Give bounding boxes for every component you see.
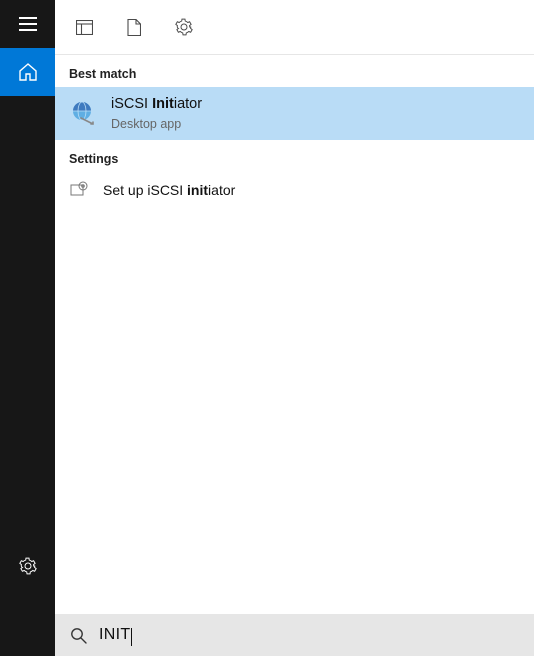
filter-documents-button[interactable]	[124, 17, 144, 37]
rail-settings-button[interactable]	[0, 542, 55, 590]
gear-icon	[19, 557, 37, 575]
hamburger-button[interactable]	[0, 0, 55, 48]
filter-settings-button[interactable]	[174, 17, 194, 37]
title-prefix: iSCSI	[111, 96, 152, 112]
iscsi-app-icon	[69, 100, 97, 128]
gear-icon	[175, 18, 193, 36]
search-icon	[69, 626, 87, 644]
home-icon	[19, 63, 37, 81]
filter-apps-button[interactable]	[74, 17, 94, 37]
search-query: INIT	[99, 626, 132, 644]
section-best-match: Best match	[55, 55, 534, 87]
filters-row	[55, 0, 534, 55]
text-caret	[131, 628, 132, 646]
result-iscsi-initiator[interactable]: iSCSI Initiator Desktop app	[55, 87, 534, 140]
hamburger-icon	[19, 17, 37, 31]
search-results-pane: Best match iSCSI Initiator Desktop app S…	[55, 0, 534, 656]
title-bold: Init	[152, 96, 174, 112]
result-text: iSCSI Initiator Desktop app	[111, 95, 202, 132]
left-rail	[0, 0, 55, 656]
home-button[interactable]	[0, 48, 55, 96]
result-setup-iscsi[interactable]: Set up iSCSI initiator	[55, 172, 534, 208]
section-settings: Settings	[55, 140, 534, 172]
title-prefix: Set up iSCSI	[103, 182, 187, 198]
rail-spacer	[0, 96, 55, 542]
document-icon	[127, 19, 141, 36]
result-title: Set up iSCSI initiator	[103, 181, 235, 199]
search-box[interactable]: INIT	[55, 614, 534, 656]
title-suffix: iator	[208, 182, 235, 198]
result-subtitle: Desktop app	[111, 116, 202, 132]
result-title: iSCSI Initiator	[111, 95, 202, 114]
start-search-panel: Best match iSCSI Initiator Desktop app S…	[0, 0, 534, 656]
title-bold: init	[187, 182, 208, 198]
query-text: INIT	[99, 626, 130, 644]
result-text: Set up iSCSI initiator	[103, 181, 235, 199]
settings-item-icon	[69, 180, 89, 200]
title-suffix: iator	[174, 96, 202, 112]
apps-icon	[76, 20, 93, 35]
